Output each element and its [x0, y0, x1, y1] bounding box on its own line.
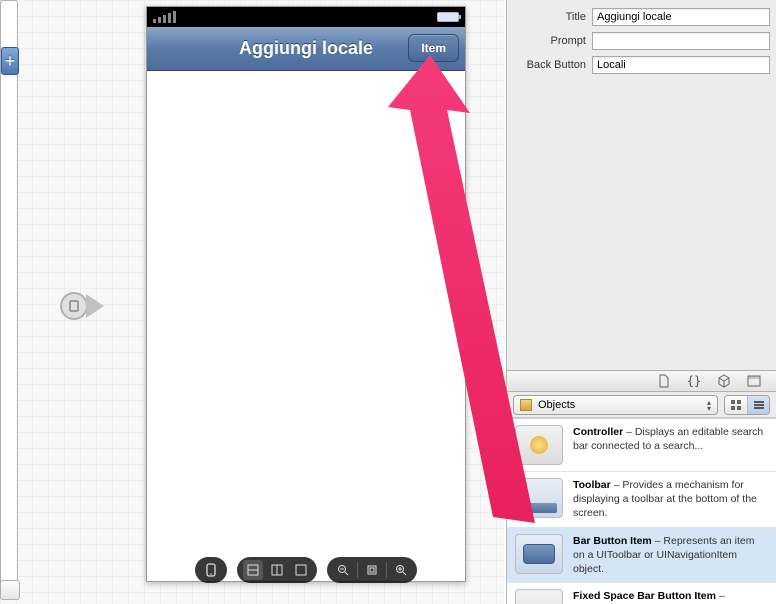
list-item-text: Controller – Displays an editable search… [573, 425, 768, 465]
segue-arrow[interactable] [60, 292, 104, 320]
list-item[interactable]: Controller – Displays an editable search… [507, 419, 776, 472]
segue-node-icon [60, 292, 88, 320]
storyboard-canvas[interactable]: + Aggiungi locale Item [0, 0, 504, 604]
inspector-panel: Title Prompt Back Button {} Objects ▴▾ [506, 0, 776, 604]
lib-tab-file-icon[interactable] [656, 374, 672, 388]
library-view-mode[interactable] [724, 395, 770, 415]
object-library-list[interactable]: Controller – Displays an editable search… [507, 418, 776, 604]
barbutton-thumb-icon [515, 534, 563, 574]
prompt-label: Prompt [507, 35, 592, 47]
nav-right-bar-button[interactable]: Item [408, 34, 459, 62]
list-item-text: Fixed Space Bar Button Item – Represents… [573, 589, 768, 604]
layout-pill[interactable] [237, 557, 317, 583]
list-item[interactable]: Bar Button Item – Represents an item on … [507, 528, 776, 584]
canvas-bottom-toolbar [195, 557, 417, 583]
object-cube-icon [520, 399, 532, 411]
navigation-bar[interactable]: Aggiungi locale Item [147, 27, 465, 71]
nav-title: Aggiungi locale [239, 38, 373, 59]
bottom-left-fragment [0, 580, 20, 600]
zoom-fit-icon[interactable] [362, 560, 382, 580]
prompt-field[interactable] [592, 32, 770, 50]
backbutton-label: Back Button [507, 59, 592, 71]
segue-arrowhead-icon [86, 294, 104, 318]
zoom-pill[interactable] [327, 557, 417, 583]
title-field[interactable] [592, 8, 770, 26]
attributes-section: Title Prompt Back Button [507, 0, 776, 80]
list-item-text: Toolbar – Provides a mechanism for displ… [573, 478, 768, 521]
lib-tab-object-icon[interactable] [716, 374, 732, 388]
library-category-select[interactable]: Objects ▴▾ [513, 395, 718, 415]
device-phone-icon[interactable] [201, 560, 221, 580]
library-category-label: Objects [538, 399, 575, 411]
library-picker-row: Objects ▴▾ [507, 392, 776, 418]
simulated-iphone-view[interactable]: Aggiungi locale Item [146, 6, 466, 582]
list-item[interactable]: Fixed Space Bar Button Item – Represents… [507, 583, 776, 604]
zoom-out-icon[interactable] [333, 560, 353, 580]
device-pill[interactable] [195, 557, 227, 583]
controller-thumb-icon [515, 425, 563, 465]
view-content[interactable] [147, 71, 465, 541]
fixedspace-thumb-icon [515, 589, 563, 604]
backbutton-field[interactable] [592, 56, 770, 74]
list-view-icon[interactable] [747, 396, 769, 414]
lib-tab-media-icon[interactable] [746, 374, 762, 388]
signal-icon [153, 11, 176, 23]
grid-view-icon[interactable] [725, 396, 747, 414]
left-scene-fragment: + [0, 0, 18, 590]
zoom-in-icon[interactable] [391, 560, 411, 580]
layout-opt1-icon[interactable] [243, 560, 263, 580]
library-tab-bar: {} [507, 370, 776, 392]
updown-caret-icon: ▴▾ [707, 400, 711, 412]
battery-icon [437, 12, 459, 22]
list-item-text: Bar Button Item – Represents an item on … [573, 534, 768, 577]
layout-opt2-icon[interactable] [267, 560, 287, 580]
lib-tab-code-icon[interactable]: {} [686, 374, 702, 388]
list-item[interactable]: Toolbar – Provides a mechanism for displ… [507, 472, 776, 528]
status-bar [147, 7, 465, 27]
add-button[interactable]: + [1, 47, 19, 75]
layout-opt3-icon[interactable] [291, 560, 311, 580]
toolbar-thumb-icon [515, 478, 563, 518]
title-label: Title [507, 11, 592, 23]
